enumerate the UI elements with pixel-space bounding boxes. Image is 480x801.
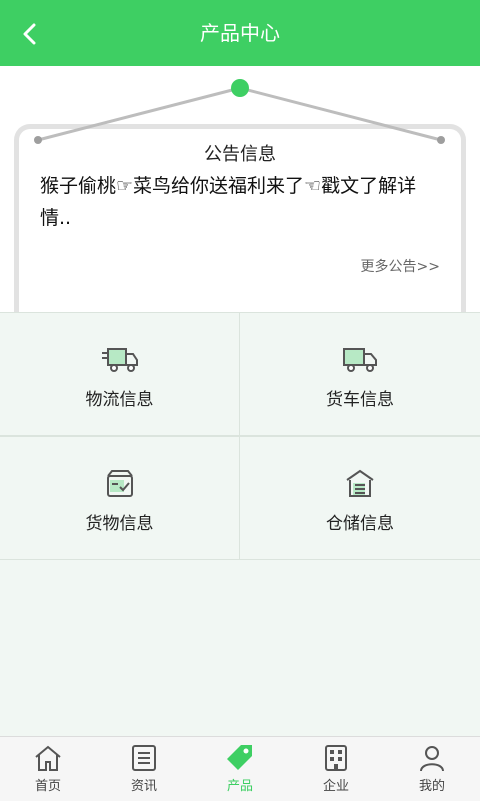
grid-item-label: 物流信息 (85, 390, 154, 410)
notice-text[interactable]: 猴子偷桃☞菜鸟给你送福利来了☜戳文了解详情.. (40, 170, 440, 234)
header-bar: 产品中心 (0, 0, 480, 66)
tab-label: 资讯 (130, 779, 157, 794)
tab-label: 企业 (322, 779, 349, 794)
grid-item-logistics[interactable]: 物流信息 (0, 312, 240, 436)
user-icon (420, 746, 444, 772)
grid-item-label: 仓储信息 (326, 514, 394, 534)
product-grid: 物流信息 货车信息 货物信息 仓储信息 (0, 312, 480, 560)
truck-icon (343, 348, 377, 372)
tab-products[interactable]: 产品 (192, 737, 288, 801)
news-icon (132, 745, 156, 771)
delivery-truck-icon (101, 348, 138, 372)
tab-label: 我的 (418, 779, 445, 794)
grid-item-truck[interactable]: 货车信息 (240, 312, 480, 436)
grid-item-cargo[interactable]: 货物信息 (0, 436, 240, 560)
tag-icon (227, 745, 252, 770)
cargo-box-icon (106, 470, 133, 497)
page-title: 产品中心 (200, 21, 280, 45)
tab-label: 首页 (34, 779, 61, 794)
warehouse-icon (346, 469, 374, 497)
grid-item-warehouse[interactable]: 仓储信息 (240, 436, 480, 560)
building-icon (325, 745, 347, 771)
tab-label: 产品 (226, 779, 253, 794)
notice-board: 公告信息 猴子偷桃☞菜鸟给你送福利来了☜戳文了解详情.. 更多公告>> (0, 66, 480, 364)
more-announcements-link[interactable]: 更多公告>> (361, 256, 440, 276)
home-icon (35, 745, 61, 771)
tab-profile[interactable]: 我的 (384, 737, 480, 801)
grid-item-label: 货物信息 (85, 514, 154, 534)
bottom-tab-bar: 首页 资讯 产品 企业 我的 (0, 736, 480, 801)
tab-news[interactable]: 资讯 (96, 737, 192, 801)
tab-home[interactable]: 首页 (0, 737, 96, 801)
grid-item-label: 货车信息 (326, 390, 394, 410)
tab-company[interactable]: 企业 (288, 737, 384, 801)
notice-title: 公告信息 (204, 144, 276, 165)
